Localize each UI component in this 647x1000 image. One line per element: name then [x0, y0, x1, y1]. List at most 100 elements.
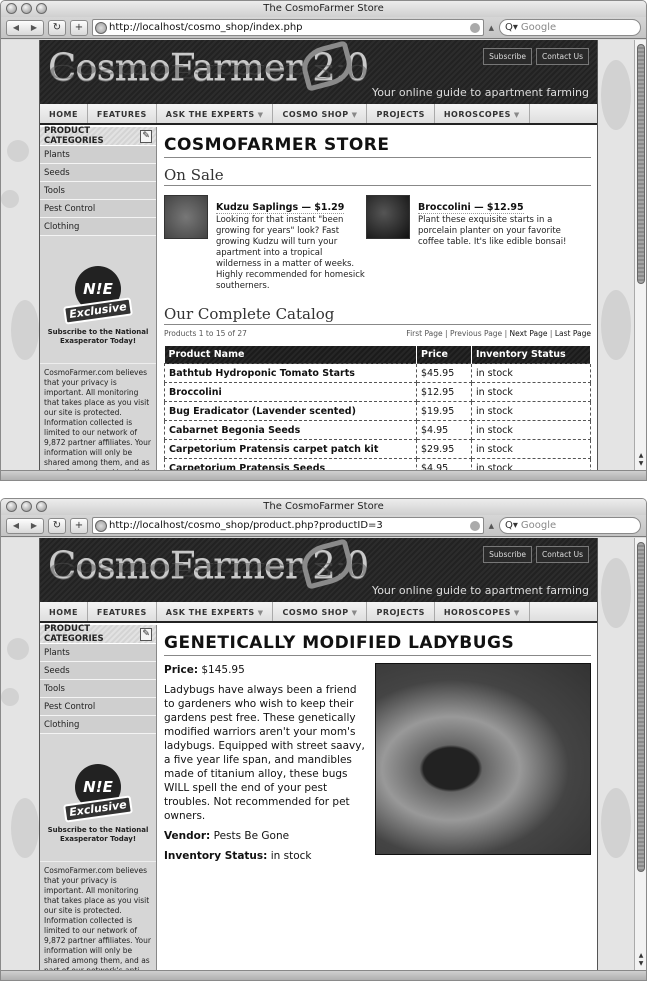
subscribe-promo-text[interactable]: Subscribe to the National Exasperator To…: [40, 826, 156, 844]
sidebar-item-clothing[interactable]: Clothing: [40, 218, 156, 236]
product-name-cell[interactable]: Broccolini: [164, 382, 417, 402]
subscribe-promo-text[interactable]: Subscribe to the National Exasperator To…: [40, 328, 156, 346]
first-page-link[interactable]: First Page: [406, 329, 442, 338]
zoom-window-button[interactable]: [36, 501, 47, 512]
add-bookmark-button[interactable]: +: [70, 19, 88, 36]
nav-horoscopes[interactable]: HOROSCOPES ▼: [435, 104, 530, 123]
exclusive-badge[interactable]: N!E Exclusive: [63, 266, 133, 328]
broccolini-thumbnail[interactable]: [366, 195, 410, 239]
sidebar-item-plants[interactable]: Plants: [40, 644, 156, 662]
reload-button[interactable]: ↻: [48, 517, 66, 534]
search-field[interactable]: Q▾ Google: [499, 517, 641, 534]
scrollbar-thumb[interactable]: [637, 44, 645, 284]
nav-label: PROJECTS: [376, 110, 425, 119]
forward-icon[interactable]: ▶: [25, 521, 43, 530]
scrollbar-thumb[interactable]: [637, 542, 645, 872]
zoom-window-button[interactable]: [36, 3, 47, 14]
nav-home[interactable]: HOME: [40, 104, 88, 123]
table-row[interactable]: Broccolini $12.95 in stock: [164, 382, 591, 402]
scroll-down-icon[interactable]: ▼: [635, 960, 646, 968]
product-name-cell[interactable]: Bug Eradicator (Lavender scented): [164, 401, 417, 421]
edit-icon[interactable]: ✎: [140, 627, 152, 641]
nav-home[interactable]: HOME: [40, 602, 88, 621]
sidebar-item-pest-control[interactable]: Pest Control: [40, 200, 156, 218]
sidebar-item-tools[interactable]: Tools: [40, 182, 156, 200]
sale-item-title[interactable]: Broccolini — $12.95: [418, 202, 524, 214]
nav-horoscopes[interactable]: HOROSCOPES ▼: [435, 602, 530, 621]
sidebar-item-seeds[interactable]: Seeds: [40, 662, 156, 680]
next-page-link[interactable]: Next Page: [510, 329, 548, 338]
scroll-arrows[interactable]: ▲ ▼: [635, 452, 646, 468]
forward-icon[interactable]: ▶: [25, 23, 43, 32]
plus-icon: +: [74, 22, 84, 33]
close-window-button[interactable]: [6, 501, 17, 512]
sidebar-item-seeds[interactable]: Seeds: [40, 164, 156, 182]
nav-ask-the-experts[interactable]: ASK THE EXPERTS ▼: [157, 602, 274, 621]
inventory-line: Inventory Status: in stock: [164, 849, 369, 863]
address-bar[interactable]: http://localhost/cosmo_shop/index.php: [92, 19, 484, 36]
product-name-cell[interactable]: Carpetorium Pratensis Seeds: [164, 458, 417, 470]
table-row[interactable]: Bug Eradicator (Lavender scented) $19.95 i…: [164, 401, 591, 421]
table-row[interactable]: Bathtub Hydroponic Tomato Starts $45.95 in…: [164, 363, 591, 383]
table-row[interactable]: Carpetorium Pratensis Seeds $4.95 in stock: [164, 458, 591, 470]
dropdown-arrow-icon[interactable]: ▲: [489, 522, 494, 530]
product-name-cell[interactable]: Cabarnet Begonia Seeds: [164, 420, 417, 440]
contact-us-button[interactable]: Contact Us: [536, 48, 589, 65]
contact-us-button[interactable]: Contact Us: [536, 546, 589, 563]
search-placeholder: Google: [520, 22, 557, 33]
subscribe-button[interactable]: Subscribe: [483, 546, 533, 563]
sidebar-item-pest-control[interactable]: Pest Control: [40, 698, 156, 716]
address-bar[interactable]: http://localhost/cosmo_shop/product.php?…: [92, 517, 484, 534]
product-name-cell[interactable]: Bathtub Hydroponic Tomato Starts: [164, 363, 417, 383]
table-row[interactable]: Cabarnet Begonia Seeds $4.95 in stock: [164, 420, 591, 440]
back-icon[interactable]: ◀: [7, 521, 25, 530]
reload-button[interactable]: ↻: [48, 19, 66, 36]
edit-icon[interactable]: ✎: [140, 129, 152, 143]
nav-projects[interactable]: PROJECTS: [367, 104, 435, 123]
dropdown-arrow-icon[interactable]: ▲: [489, 24, 494, 32]
table-row[interactable]: Carpetorium Pratensis carpet patch kit $2…: [164, 439, 591, 459]
vertical-scrollbar[interactable]: ▲ ▼: [634, 538, 646, 970]
nav-label: HOME: [49, 608, 78, 617]
search-field[interactable]: Q▾ Google: [499, 19, 641, 36]
nav-features[interactable]: FEATURES: [88, 104, 157, 123]
subscribe-button[interactable]: Subscribe: [483, 48, 533, 65]
product-name-cell[interactable]: Carpetorium Pratensis carpet patch kit: [164, 439, 417, 459]
chevron-down-icon: ▼: [257, 609, 264, 617]
snapback-icon[interactable]: [469, 22, 480, 33]
snapback-icon[interactable]: [469, 520, 480, 531]
page-title: COSMOFARMER STORE: [164, 127, 591, 158]
sale-item-title[interactable]: Kudzu Saplings — $1.29: [216, 202, 345, 214]
price-cell: $29.95: [416, 439, 472, 459]
nav-cosmo-shop[interactable]: COSMO SHOP ▼: [273, 602, 368, 621]
inventory-cell: in stock: [471, 363, 591, 383]
back-icon[interactable]: ◀: [7, 23, 25, 32]
price-cell: $12.95: [416, 382, 472, 402]
sidebar-item-clothing[interactable]: Clothing: [40, 716, 156, 734]
scroll-up-icon[interactable]: ▲: [635, 952, 646, 960]
kudzu-thumbnail[interactable]: [164, 195, 208, 239]
nav-projects[interactable]: PROJECTS: [367, 602, 435, 621]
sidebar: PRODUCT CATEGORIES ✎ Plants Seeds Tools …: [40, 126, 157, 470]
exclusive-badge[interactable]: N!E Exclusive: [63, 764, 133, 826]
main-nav: HOME FEATURES ASK THE EXPERTS ▼ COSMO SHO…: [40, 602, 597, 623]
scroll-down-icon[interactable]: ▼: [635, 460, 646, 468]
close-window-button[interactable]: [6, 3, 17, 14]
column-header-price[interactable]: Price: [416, 346, 472, 364]
minimize-window-button[interactable]: [21, 501, 32, 512]
add-bookmark-button[interactable]: +: [70, 517, 88, 534]
column-header-inventory[interactable]: Inventory Status: [471, 346, 591, 364]
last-page-link[interactable]: Last Page: [555, 329, 591, 338]
nav-ask-the-experts[interactable]: ASK THE EXPERTS ▼: [157, 104, 274, 123]
scroll-up-icon[interactable]: ▲: [635, 452, 646, 460]
previous-page-link[interactable]: Previous Page: [450, 329, 502, 338]
nav-cosmo-shop[interactable]: COSMO SHOP ▼: [273, 104, 368, 123]
scroll-arrows[interactable]: ▲ ▼: [635, 952, 646, 968]
sidebar-item-tools[interactable]: Tools: [40, 680, 156, 698]
sidebar-item-plants[interactable]: Plants: [40, 146, 156, 164]
nav-features[interactable]: FEATURES: [88, 602, 157, 621]
minimize-window-button[interactable]: [21, 3, 32, 14]
column-header-product-name[interactable]: Product Name: [164, 346, 417, 364]
window-title: The CosmoFarmer Store: [263, 3, 384, 14]
vertical-scrollbar[interactable]: ▲ ▼: [634, 40, 646, 470]
